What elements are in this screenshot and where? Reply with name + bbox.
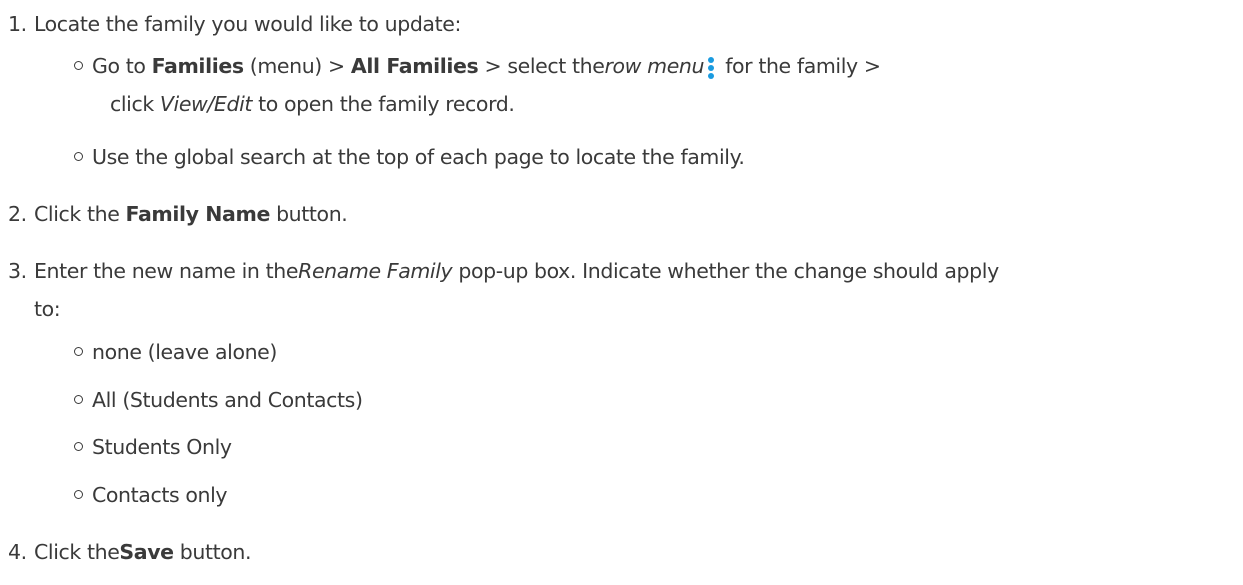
step-number: 1. bbox=[8, 12, 27, 36]
step-1-bullet-1: Go to Families (menu) > All Families > s… bbox=[74, 52, 881, 80]
step-3: 3. Enter the new name in theRename Family… bbox=[8, 259, 999, 283]
option-item: Contacts only bbox=[74, 481, 228, 509]
save-button-label: Save bbox=[119, 540, 174, 564]
step-2: 2. Click the Family Name button. bbox=[8, 202, 348, 226]
option-item: none (leave alone) bbox=[74, 338, 277, 366]
step-4: 4. Click theSave button. bbox=[8, 540, 252, 564]
step-text: Locate the family you would like to upda… bbox=[34, 12, 461, 36]
option-item: Students Only bbox=[74, 433, 232, 461]
all-families-label: All Families bbox=[350, 54, 479, 78]
step-1-bullet-2: Use the global search at the top of each… bbox=[74, 143, 745, 171]
step-number: 3. bbox=[8, 259, 27, 283]
circle-bullet-icon bbox=[74, 60, 83, 70]
circle-bullet-icon bbox=[74, 489, 83, 499]
circle-bullet-icon bbox=[74, 441, 83, 451]
kebab-menu-icon bbox=[708, 57, 715, 79]
instructions-document: 1. Locate the family you would like to up… bbox=[0, 0, 1243, 585]
step-number: 2. bbox=[8, 202, 27, 226]
row-menu-label: row menu bbox=[604, 54, 705, 78]
step-1: 1. Locate the family you would like to up… bbox=[8, 10, 461, 38]
option-item: All (Students and Contacts) bbox=[74, 386, 363, 414]
circle-bullet-icon bbox=[74, 394, 83, 404]
step-1-bullet-1-continuation: click View/Edit to open the family recor… bbox=[110, 92, 515, 116]
families-menu-label: Families bbox=[151, 54, 244, 78]
step-number: 4. bbox=[8, 540, 27, 564]
family-name-button-label: Family Name bbox=[125, 202, 271, 226]
rename-family-label: Rename Family bbox=[298, 259, 453, 283]
step-3-continuation: to: bbox=[34, 297, 61, 321]
view-edit-label: View/Edit bbox=[159, 92, 253, 116]
circle-bullet-icon bbox=[74, 151, 83, 161]
circle-bullet-icon bbox=[74, 346, 83, 356]
